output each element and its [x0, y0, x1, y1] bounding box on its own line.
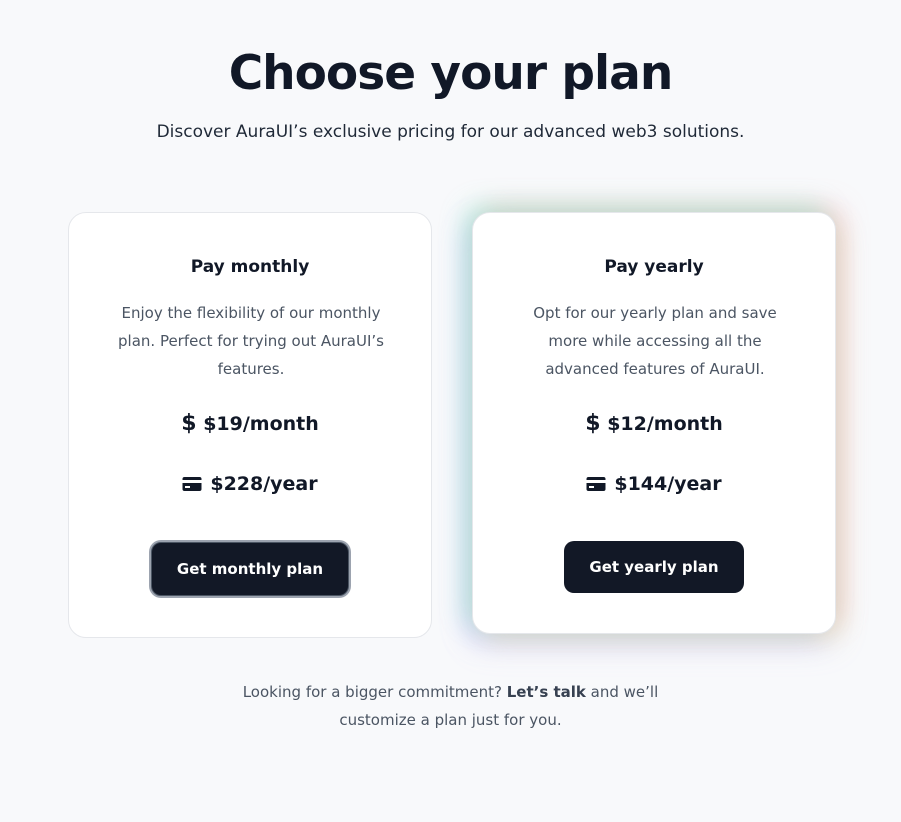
monthly-price-row: $ $19/month [69, 411, 431, 436]
plan-heading: Pay yearly [604, 257, 704, 277]
yearly-price-row: $228/year [69, 473, 431, 495]
yearly-price: $228/year [210, 473, 318, 495]
get-yearly-plan-button[interactable]: Get yearly plan [564, 541, 744, 593]
monthly-price-row: $ $12/month [473, 411, 835, 436]
get-monthly-plan-button[interactable]: Get monthly plan [151, 542, 349, 596]
monthly-price: $12/month [607, 413, 723, 435]
yearly-price-row: $144/year [473, 473, 835, 495]
dollar-icon: $ [181, 411, 197, 436]
lets-talk-link[interactable]: Let’s talk [507, 683, 586, 701]
credit-card-icon [586, 477, 606, 491]
credit-card-icon [182, 477, 202, 491]
footer-text-before: Looking for a bigger commitment? [242, 683, 507, 701]
plan-description: Enjoy the flexibility of our monthly pla… [118, 304, 384, 378]
page-subtitle: Discover AuraUI’s exclusive pricing for … [156, 122, 745, 142]
page-title: Choose your plan [228, 46, 674, 101]
plan-card-monthly: Pay monthly Enjoy the flexibility of our… [68, 212, 432, 638]
plan-heading: Pay monthly [190, 257, 310, 277]
plan-card-yearly: Pay yearly Opt for our yearly plan and s… [472, 212, 836, 634]
yearly-price: $144/year [614, 473, 722, 495]
plan-description: Opt for our yearly plan and save more wh… [533, 304, 777, 378]
footer-note: Looking for a bigger commitment? Let’s t… [0, 678, 901, 734]
monthly-price: $19/month [203, 413, 319, 435]
pricing-page: Choose your plan Discover AuraUI’s exclu… [0, 0, 901, 822]
dollar-icon: $ [585, 411, 601, 436]
